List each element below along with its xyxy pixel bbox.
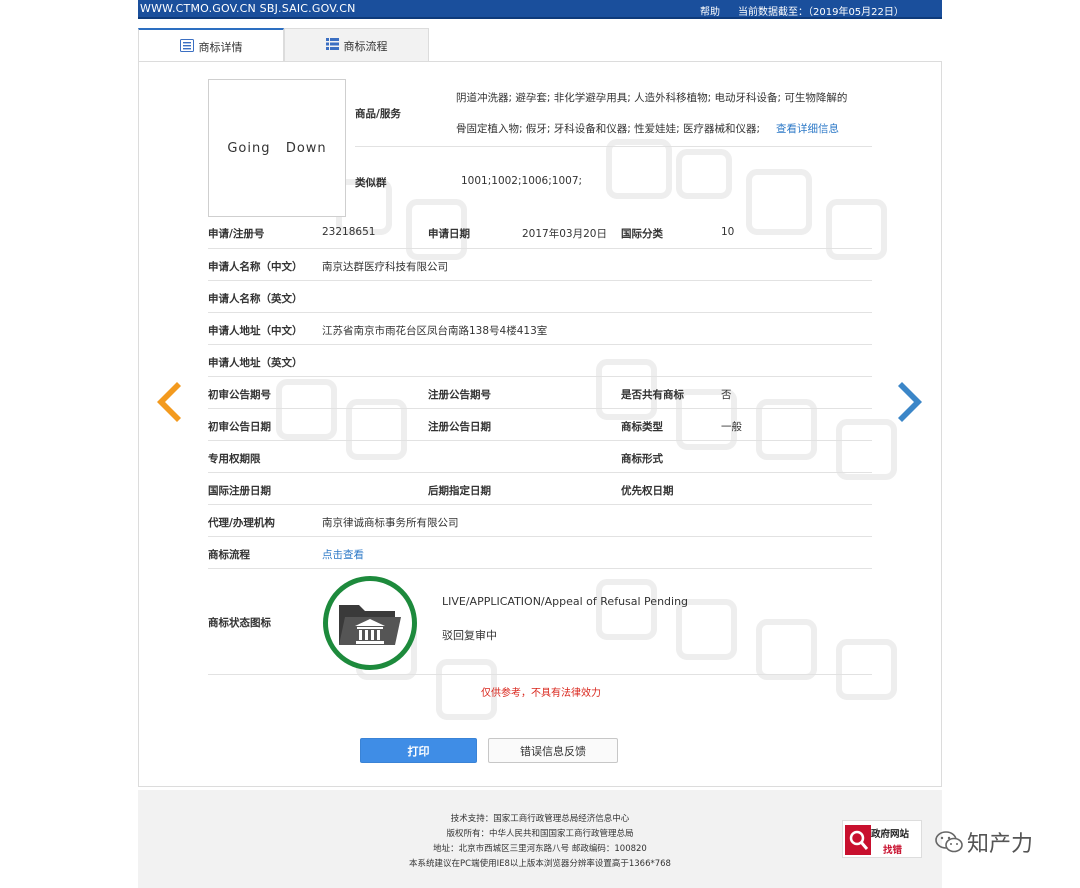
top-bar: WWW.CTMO.GOV.CN SBJ.SAIC.GOV.CN 帮助 当前数据截…: [138, 0, 942, 19]
divider: [208, 312, 872, 313]
divider: [208, 674, 872, 675]
tab-label: 商标详情: [198, 40, 243, 54]
intl-class-value: 10: [721, 226, 735, 238]
detail-panel: Going Down 商品/服务 阴道冲洗器; 避孕套; 非化学避孕用具; 人造…: [138, 61, 942, 787]
brand-watermark: 知产力: [935, 826, 1033, 858]
divider: [208, 344, 872, 345]
app-date-label: 申请日期: [428, 228, 470, 240]
folder-court-icon: [339, 605, 401, 645]
divider: [208, 376, 872, 377]
badge-title: 政府网站: [871, 829, 910, 840]
similar-group-value: 1001;1002;1006;1007;: [461, 175, 583, 187]
divider: [208, 408, 872, 409]
agent-value: 南京律诚商标事务所有限公司: [322, 517, 459, 529]
tm-type-label: 商标类型: [621, 421, 663, 433]
process-label: 商标流程: [208, 549, 250, 561]
shared-value: 否: [721, 389, 732, 401]
divider: [208, 472, 872, 473]
applicant-cn-label: 申请人名称（中文）: [208, 261, 303, 273]
prelim-date-label: 初审公告日期: [208, 421, 271, 433]
badge-subtitle: 找错: [883, 845, 903, 856]
tm-type-value: 一般: [721, 421, 742, 433]
footer-copyright: 版权所有：中华人民共和国国家工商行政管理总局: [446, 829, 634, 839]
similar-group-label: 类似群: [355, 177, 387, 189]
tab-trademark-process[interactable]: 商标流程: [284, 28, 429, 62]
address-cn-label: 申请人地址（中文）: [208, 325, 303, 337]
intl-class-label: 国际分类: [621, 228, 663, 240]
app-date-value: 2017年03月20日: [522, 228, 607, 240]
next-arrow-icon[interactable]: [898, 382, 924, 422]
exclusive-label: 专用权期限: [208, 453, 261, 465]
divider: [208, 440, 872, 441]
help-link[interactable]: 帮助: [700, 3, 720, 18]
applicant-en-label: 申请人名称（英文）: [208, 293, 303, 305]
applicant-cn-value: 南京达群医疗科技有限公司: [322, 261, 448, 273]
intl-reg-date-label: 国际注册日期: [208, 485, 271, 497]
divider: [208, 248, 872, 249]
gov-site-error-badge[interactable]: 政府网站 找错: [842, 820, 922, 858]
status-icon-label: 商标状态图标: [208, 617, 271, 629]
shared-label: 是否共有商标: [621, 389, 684, 401]
data-date: 当前数据截至：（2019年05月22日）: [738, 7, 904, 18]
error-feedback-button[interactable]: 错误信息反馈: [488, 738, 618, 763]
trademark-image: Going Down: [208, 79, 346, 217]
app-no-value: 23218651: [322, 226, 376, 238]
app-no-label: 申请/注册号: [208, 228, 265, 240]
disclaimer: 仅供参考，不具有法律效力: [481, 688, 601, 699]
tab-trademark-details[interactable]: 商标详情: [138, 28, 284, 63]
site-url: WWW.CTMO.GOV.CN SBJ.SAIC.GOV.CN: [140, 2, 356, 15]
prev-arrow-icon[interactable]: [155, 382, 181, 422]
trademark-image-text: Going Down: [227, 140, 327, 156]
divider: [208, 280, 872, 281]
view-details-link[interactable]: 查看详细信息: [776, 121, 839, 136]
tm-form-label: 商标形式: [621, 453, 663, 465]
agent-label: 代理/办理机构: [208, 517, 275, 529]
tab-label: 商标流程: [343, 39, 388, 53]
later-designation-label: 后期指定日期: [428, 485, 491, 497]
footer-tech-support: 技术支持：国家工商行政管理总局经济信息中心: [450, 814, 630, 824]
prelim-issue-label: 初审公告期号: [208, 389, 271, 401]
status-icon: [323, 576, 417, 670]
goods-line-1: 阴道冲洗器; 避孕套; 非化学避孕用具; 人造外科移植物; 电动牙科设备; 可生…: [456, 92, 848, 104]
reg-issue-label: 注册公告期号: [428, 389, 491, 401]
wechat-icon: [935, 831, 963, 853]
reg-date-label: 注册公告日期: [428, 421, 491, 433]
divider: [208, 536, 872, 537]
goods-line-2: 骨固定植入物; 假牙; 牙科设备和仪器; 性爱娃娃; 医疗器械和仪器;: [456, 123, 761, 135]
divider: [208, 568, 872, 569]
divider: [355, 146, 872, 147]
divider: [208, 504, 872, 505]
status-en: LIVE/APPLICATION/Appeal of Refusal Pendi…: [442, 595, 689, 608]
top-bar-divider: [138, 17, 942, 19]
status-cn: 驳回复审中: [442, 629, 497, 642]
address-cn-value: 江苏省南京市雨花台区凤台南路138号4楼413室: [322, 325, 548, 337]
footer: 技术支持：国家工商行政管理总局经济信息中心 版权所有：中华人民共和国国家工商行政…: [138, 790, 942, 888]
goods-label: 商品/服务: [355, 108, 401, 120]
brand-text: 知产力: [967, 832, 1034, 857]
grid-list-icon: [325, 38, 339, 53]
footer-browser-note: 本系统建议在PC端使用IE8以上版本浏览器分辨率设置高于1366*768: [409, 859, 671, 869]
magnifier-icon: [845, 825, 871, 855]
footer-address: 地址：北京市西城区三里河东路八号 邮政编码：100820: [433, 844, 647, 854]
process-link[interactable]: 点击查看: [322, 547, 364, 562]
list-icon: [179, 38, 194, 55]
priority-date-label: 优先权日期: [621, 485, 674, 497]
address-en-label: 申请人地址（英文）: [208, 357, 303, 369]
tab-bar: 商标详情 商标流程: [138, 28, 942, 63]
print-button[interactable]: 打印: [360, 738, 477, 763]
